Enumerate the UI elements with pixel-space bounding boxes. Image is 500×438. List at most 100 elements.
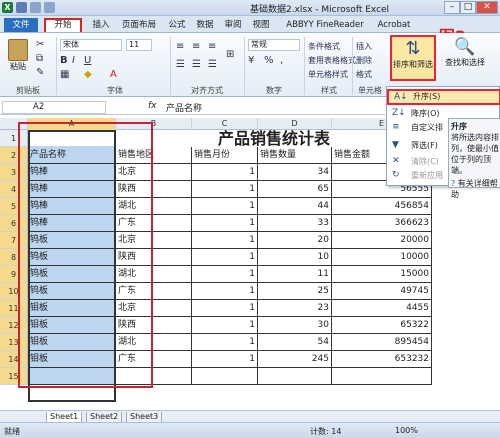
- format-as-table-button[interactable]: 套用表格格式: [308, 55, 356, 66]
- row-header[interactable]: 2: [0, 147, 28, 164]
- align-bottom-icon[interactable]: ≡: [208, 41, 216, 52]
- font-name-select[interactable]: 宋体: [60, 39, 122, 51]
- row-header[interactable]: 5: [0, 198, 28, 215]
- fx-icon[interactable]: fx: [148, 101, 157, 111]
- align-center-icon[interactable]: ☰: [192, 59, 201, 70]
- fill-color-icon[interactable]: ◆: [84, 69, 92, 80]
- cell[interactable]: 20: [258, 232, 332, 249]
- cell[interactable]: 49745: [332, 283, 432, 300]
- italic-icon[interactable]: I: [72, 55, 75, 66]
- cell[interactable]: 10: [258, 249, 332, 266]
- paste-button[interactable]: 粘贴: [4, 37, 32, 77]
- cell[interactable]: 钨棒: [28, 181, 116, 198]
- cell[interactable]: 1: [192, 232, 258, 249]
- column-title-cell[interactable]: 销售数量: [258, 147, 332, 164]
- merge-cells-icon[interactable]: ⊞: [226, 49, 234, 60]
- cell[interactable]: 钨板: [28, 232, 116, 249]
- font-color-icon[interactable]: A: [110, 69, 117, 80]
- cell[interactable]: 陕西: [116, 181, 192, 198]
- percent-icon[interactable]: %: [264, 55, 274, 66]
- select-all-corner[interactable]: [0, 118, 28, 130]
- insert-cells-button[interactable]: 插入: [356, 41, 372, 52]
- cell[interactable]: 653232: [332, 351, 432, 368]
- cell[interactable]: 北京: [116, 164, 192, 181]
- cell[interactable]: [192, 368, 258, 385]
- font-size-select[interactable]: 11: [126, 39, 152, 51]
- cell[interactable]: 34: [258, 164, 332, 181]
- formula-input[interactable]: 产品名称: [166, 101, 202, 114]
- cell[interactable]: 11: [258, 266, 332, 283]
- cell[interactable]: 1: [192, 164, 258, 181]
- cell[interactable]: 30: [258, 317, 332, 334]
- cell[interactable]: 1: [192, 283, 258, 300]
- format-painter-icon[interactable]: ✎: [36, 67, 44, 78]
- cell[interactable]: 895454: [332, 334, 432, 351]
- column-header-b[interactable]: B: [116, 118, 192, 130]
- column-title-cell[interactable]: 销售月份: [192, 147, 258, 164]
- copy-icon[interactable]: ⧉: [36, 53, 43, 64]
- cell[interactable]: 366623: [332, 215, 432, 232]
- cell[interactable]: 1: [192, 181, 258, 198]
- tab-abbyy[interactable]: ABBYY FineReader 11: [282, 18, 368, 44]
- cell[interactable]: 钨板: [28, 283, 116, 300]
- cell[interactable]: 25: [258, 283, 332, 300]
- cell[interactable]: 陕西: [116, 317, 192, 334]
- tab-formulas[interactable]: 公式: [164, 18, 190, 32]
- tab-insert[interactable]: 插入: [88, 18, 114, 32]
- cell[interactable]: 23: [258, 300, 332, 317]
- cell[interactable]: [28, 368, 116, 385]
- close-button[interactable]: ✕: [476, 1, 498, 14]
- cell[interactable]: 4455: [332, 300, 432, 317]
- row-header[interactable]: 4: [0, 181, 28, 198]
- tab-page-layout[interactable]: 页面布局: [116, 18, 162, 32]
- border-icon[interactable]: ▦: [60, 69, 69, 80]
- cell[interactable]: 65: [258, 181, 332, 198]
- cell-styles-button[interactable]: 单元格样式: [308, 69, 348, 80]
- column-header-a[interactable]: A: [28, 118, 116, 130]
- cell[interactable]: 北京: [116, 300, 192, 317]
- cell[interactable]: 陕西: [116, 249, 192, 266]
- row-header[interactable]: 15: [0, 368, 28, 385]
- cell[interactable]: 1: [192, 266, 258, 283]
- number-format-select[interactable]: 常规: [248, 39, 300, 51]
- cell[interactable]: 钨棒: [28, 198, 116, 215]
- cell[interactable]: 湖北: [116, 334, 192, 351]
- row-header[interactable]: 10: [0, 283, 28, 300]
- sheet-title[interactable]: 产品销售统计表: [116, 130, 432, 147]
- cell[interactable]: 广东: [116, 283, 192, 300]
- tab-data[interactable]: 数据: [192, 18, 218, 32]
- row-header[interactable]: 6: [0, 215, 28, 232]
- excel-logo-icon[interactable]: X: [2, 2, 13, 13]
- row-header[interactable]: 9: [0, 266, 28, 283]
- cell[interactable]: [28, 130, 116, 147]
- row-header[interactable]: 11: [0, 300, 28, 317]
- tab-home[interactable]: 开始: [44, 18, 82, 32]
- find-select-button[interactable]: 🔍 查找和选择: [440, 37, 490, 81]
- cell[interactable]: 广东: [116, 351, 192, 368]
- underline-icon[interactable]: U: [84, 55, 91, 66]
- menu-item-sort-ascending[interactable]: A↓ 升序(S): [387, 89, 500, 105]
- row-header[interactable]: 1: [0, 130, 28, 147]
- sort-filter-button[interactable]: ⇅ 排序和筛选: [390, 35, 436, 81]
- cell[interactable]: 钼板: [28, 317, 116, 334]
- cell[interactable]: 1: [192, 351, 258, 368]
- cell[interactable]: 湖北: [116, 198, 192, 215]
- tab-file[interactable]: 文件: [4, 18, 38, 32]
- cell[interactable]: 44: [258, 198, 332, 215]
- bold-icon[interactable]: B: [60, 55, 68, 66]
- cell[interactable]: 33: [258, 215, 332, 232]
- cell[interactable]: 456854: [332, 198, 432, 215]
- align-right-icon[interactable]: ☰: [208, 59, 217, 70]
- row-header[interactable]: 14: [0, 351, 28, 368]
- cut-icon[interactable]: ✂: [36, 39, 44, 50]
- conditional-format-button[interactable]: 条件格式: [308, 41, 340, 52]
- cell[interactable]: 65322: [332, 317, 432, 334]
- row-header[interactable]: 8: [0, 249, 28, 266]
- delete-cells-button[interactable]: 删除: [356, 55, 372, 66]
- cell[interactable]: 钨板: [28, 249, 116, 266]
- currency-icon[interactable]: ¥: [248, 55, 254, 66]
- align-left-icon[interactable]: ☰: [176, 59, 185, 70]
- cell[interactable]: 1: [192, 198, 258, 215]
- cell[interactable]: 15000: [332, 266, 432, 283]
- zoom-level[interactable]: 100%: [395, 426, 418, 435]
